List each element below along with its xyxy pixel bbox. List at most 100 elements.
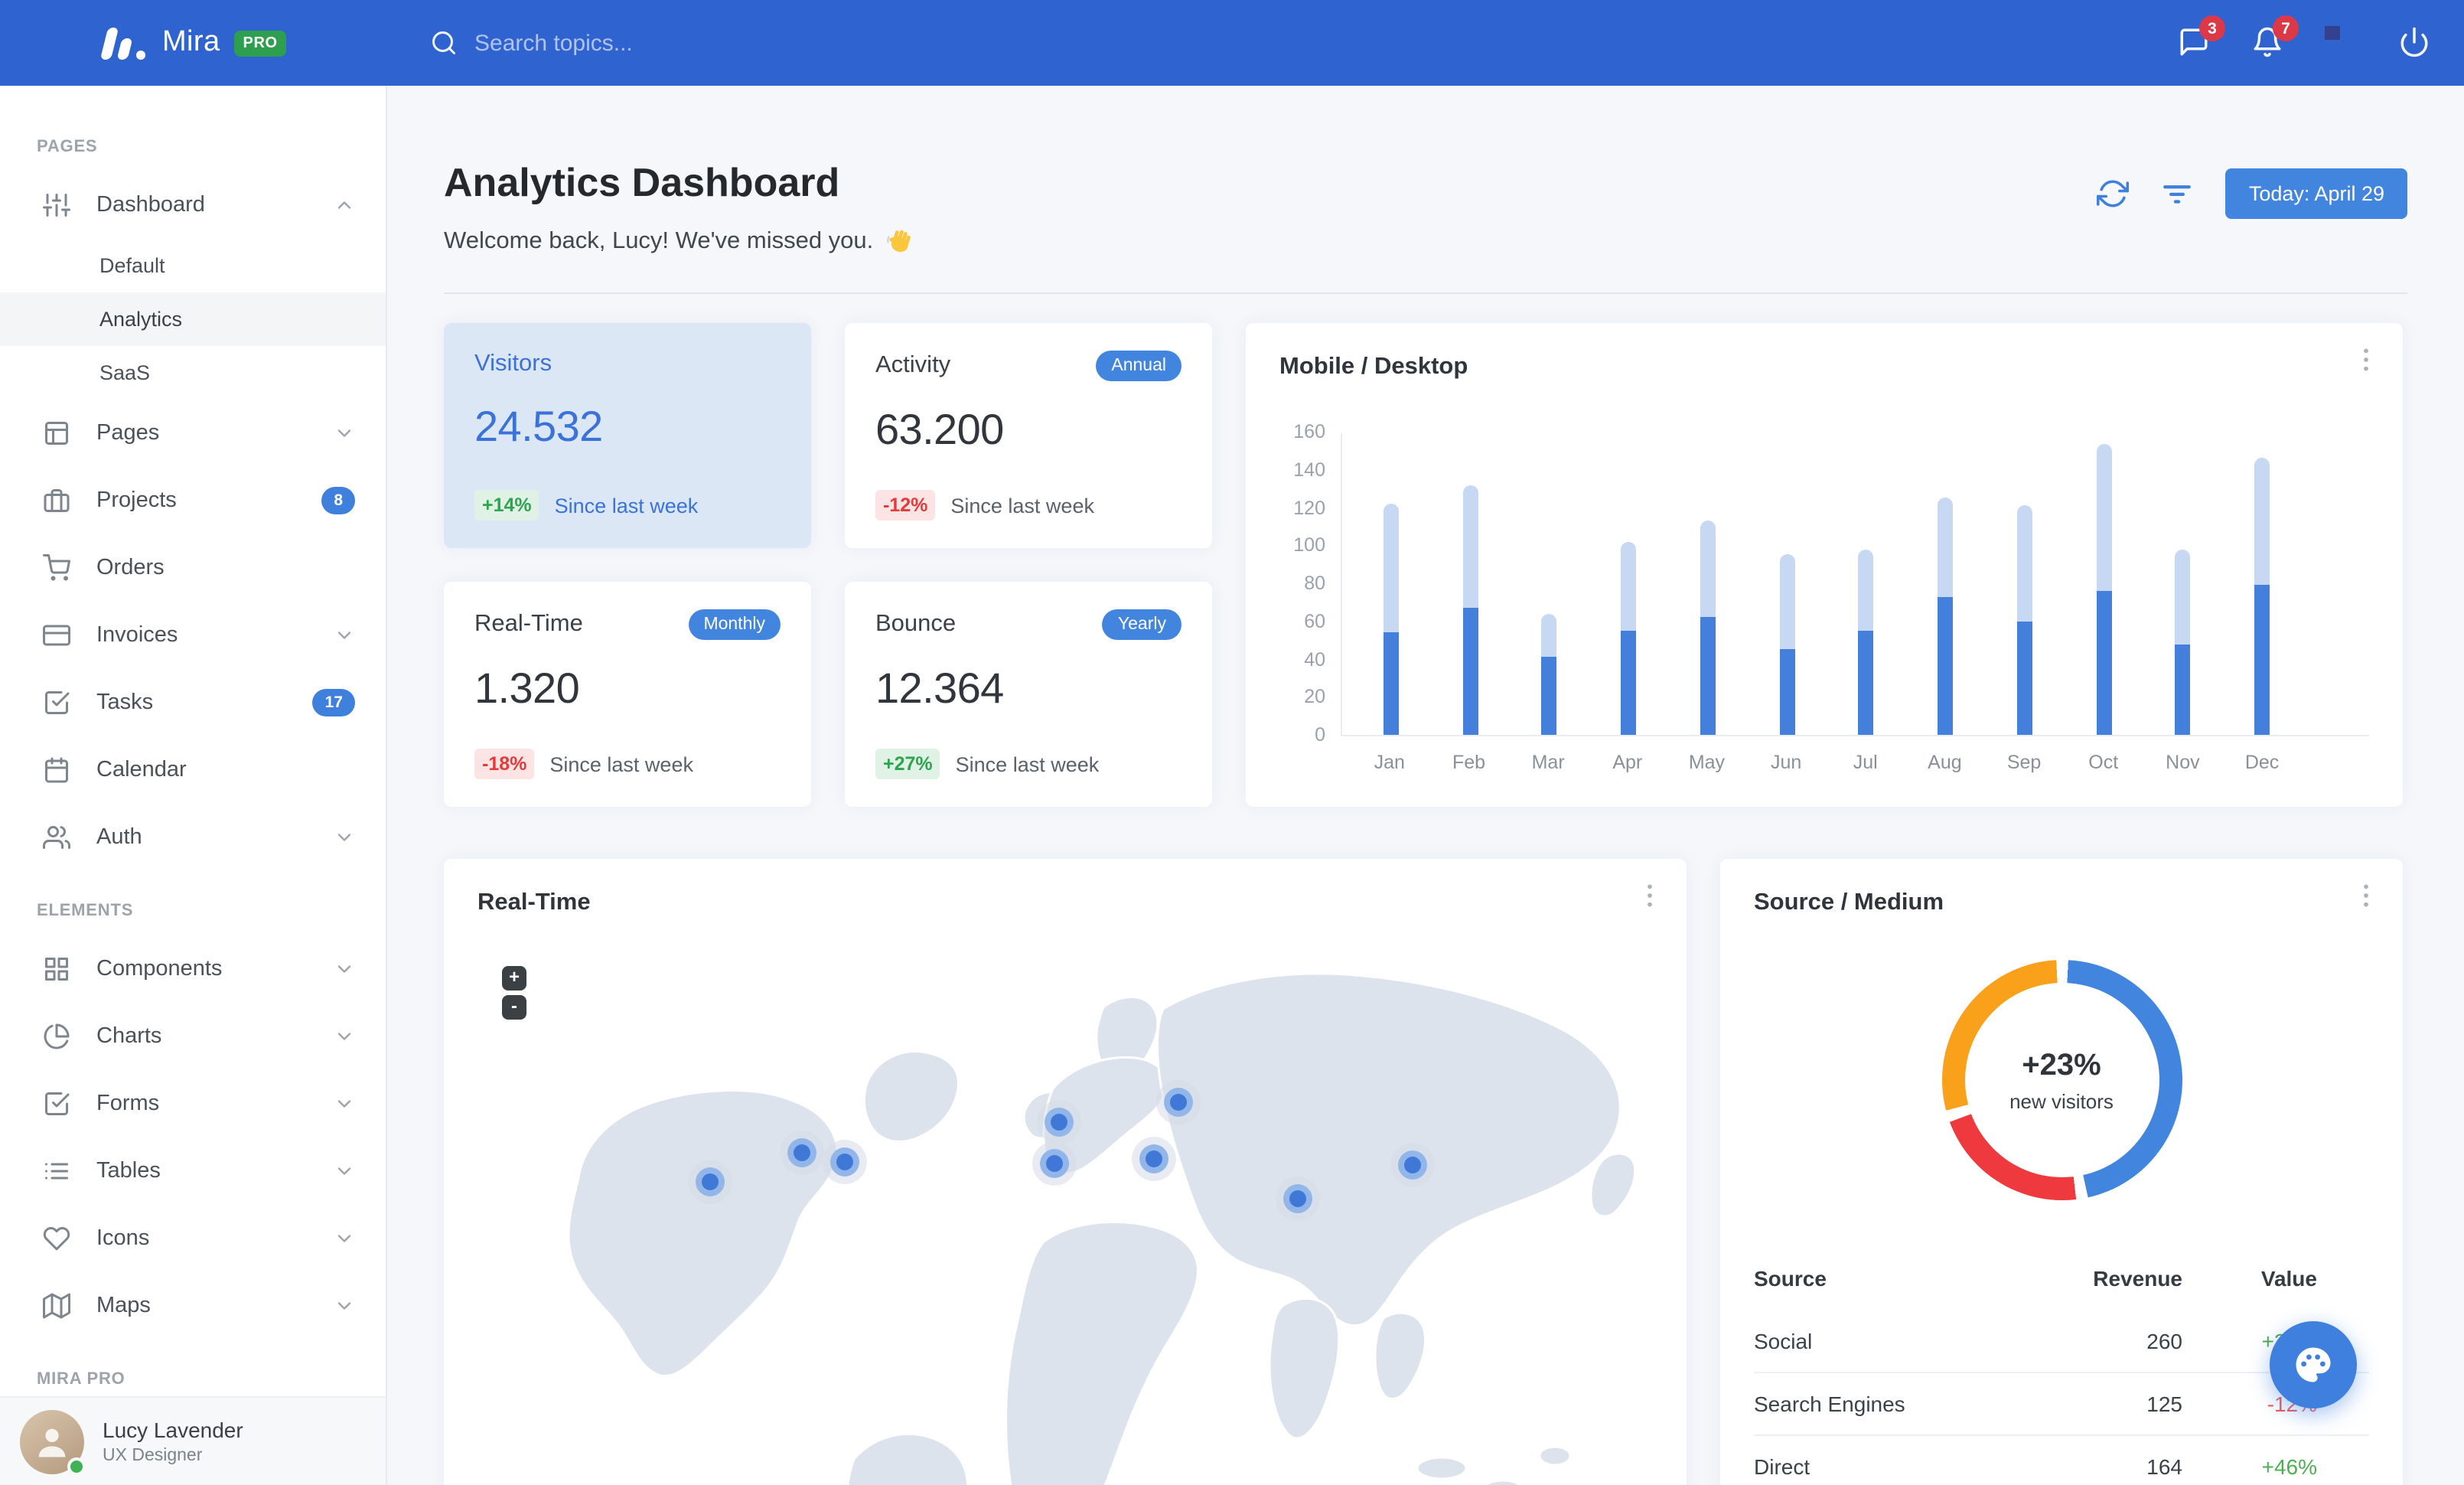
- sidebar-item-projects[interactable]: Projects 8: [0, 467, 386, 534]
- bar-sep: [2016, 505, 2032, 735]
- sidebar-item-calendar[interactable]: Calendar: [0, 736, 386, 804]
- notifications-count-badge: 7: [2273, 15, 2299, 41]
- map-marker-4[interactable]: [1045, 1108, 1074, 1137]
- brand[interactable]: Mira PRO: [99, 0, 287, 86]
- sidebar-item-icons[interactable]: Icons: [0, 1205, 386, 1272]
- sidebar-section-pages: PAGES: [37, 138, 98, 156]
- bar-jan: [1383, 504, 1399, 735]
- grid-icon: [45, 958, 68, 981]
- chevron-down-icon: [337, 1033, 351, 1040]
- sidebar-subitem-saas[interactable]: SaaS: [0, 346, 386, 400]
- heart-icon: [43, 1227, 70, 1251]
- bar-apr: [1621, 541, 1637, 735]
- bar-chart-plot: 0 20 40 60 80 100 120 140 160: [1279, 421, 2369, 746]
- calendar-icon: [45, 757, 68, 783]
- bar-feb: [1462, 485, 1478, 735]
- search-input[interactable]: [474, 30, 842, 56]
- stat-title: Bounce: [875, 611, 957, 637]
- stat-card-bounce: Bounce Yearly 12.364 +27% Since last week: [845, 582, 1212, 807]
- map-marker-5[interactable]: [1040, 1149, 1069, 1178]
- main-content: Analytics Dashboard Welcome back, Lucy! …: [387, 86, 2464, 1485]
- mira-logo-icon: [99, 27, 145, 59]
- map-zoom-in-button[interactable]: +: [502, 966, 526, 991]
- more-vertical-icon: [2364, 348, 2368, 371]
- logout-button[interactable]: [2398, 26, 2432, 60]
- stat-period-badge[interactable]: Yearly: [1102, 609, 1181, 640]
- refresh-button[interactable]: [2097, 177, 2131, 211]
- donut-center-value: +23%: [2022, 1048, 2101, 1082]
- bar-jun: [1779, 554, 1795, 735]
- stat-note: Since last week: [955, 752, 1100, 775]
- messages-button[interactable]: 3: [2178, 15, 2225, 60]
- stat-cards: Visitors 24.532 +14% Since last week Activit…: [444, 323, 1212, 807]
- chart-title: Mobile / Desktop: [1279, 354, 1468, 380]
- user-name: Lucy Lavender: [103, 1418, 243, 1442]
- language-button[interactable]: [2325, 26, 2358, 60]
- sidebar-item-charts[interactable]: Charts: [0, 1003, 386, 1070]
- pie-chart-icon: [44, 1023, 70, 1049]
- map-title: Real-Time: [477, 889, 591, 915]
- sidebar-item-tasks[interactable]: Tasks 17: [0, 669, 386, 736]
- map-marker-8[interactable]: [1283, 1184, 1312, 1213]
- chevron-down-icon: [337, 1167, 351, 1175]
- map-marker-6[interactable]: [1139, 1144, 1168, 1173]
- mobile-desktop-chart-card: Mobile / Desktop 0 20 40 60 80 100 120 140 160 J…: [1246, 323, 2403, 807]
- layout-icon: [45, 422, 68, 445]
- card-menu-button[interactable]: [1635, 880, 1668, 914]
- page-subtitle: Welcome back, Lucy! We've missed you.: [444, 227, 914, 256]
- palette-icon: [2296, 1347, 2331, 1382]
- sidebar-subitem-analytics[interactable]: Analytics: [0, 292, 386, 346]
- world-map[interactable]: [444, 920, 1687, 1485]
- stat-period-badge[interactable]: Annual: [1096, 351, 1181, 381]
- sidebar-item-orders[interactable]: Orders: [0, 534, 386, 602]
- bar-nov: [2175, 549, 2191, 735]
- sidebar-item-dashboard[interactable]: Dashboard: [0, 171, 386, 239]
- search-icon: [432, 31, 455, 54]
- stat-note: Since last week: [549, 752, 693, 775]
- chevron-down-icon: [337, 429, 351, 437]
- card-menu-button[interactable]: [2351, 880, 2384, 914]
- stat-title: Real-Time: [474, 611, 583, 637]
- sidebar-item-forms[interactable]: Forms: [0, 1070, 386, 1137]
- person-icon: [38, 1428, 66, 1457]
- shopping-cart-icon: [43, 554, 70, 581]
- sidebar-item-maps[interactable]: Maps: [0, 1272, 386, 1340]
- map-marker-1[interactable]: [696, 1167, 725, 1196]
- sidebar-item-pages[interactable]: Pages: [0, 400, 386, 467]
- realtime-map-card: Real-Time + -: [444, 859, 1687, 1485]
- notifications-button[interactable]: 7: [2251, 15, 2299, 60]
- map-marker-7[interactable]: [1164, 1088, 1193, 1117]
- table-header-row: Source Revenue Value: [1754, 1265, 2317, 1290]
- sidebar-item-auth[interactable]: Auth: [0, 804, 386, 871]
- date-range-button[interactable]: Today: April 29: [2225, 168, 2407, 219]
- navbar-actions: 3 7: [2178, 0, 2432, 86]
- chevron-down-icon: [337, 1302, 351, 1310]
- map-marker-3[interactable]: [830, 1147, 859, 1177]
- refresh-icon: [2097, 179, 2130, 207]
- header-controls: Today: April 29: [2097, 168, 2407, 219]
- filter-icon: [2164, 184, 2192, 203]
- bar-oct: [2096, 443, 2112, 735]
- sidebar-user[interactable]: Lucy Lavender UX Designer: [0, 1396, 386, 1485]
- stat-change-chip: +14%: [474, 490, 539, 521]
- stat-change-chip: -12%: [875, 490, 936, 521]
- stat-period-badge[interactable]: Monthly: [688, 609, 781, 640]
- sidebar-item-invoices[interactable]: Invoices: [0, 602, 386, 669]
- filter-button[interactable]: [2162, 177, 2195, 211]
- navbar-search: [430, 0, 842, 86]
- sidebar-subitem-default[interactable]: Default: [0, 239, 386, 292]
- bar-jul: [1858, 549, 1874, 735]
- bar-dec: [2254, 458, 2270, 735]
- sidebar-item-tables[interactable]: Tables: [0, 1137, 386, 1205]
- map-marker-9[interactable]: [1398, 1150, 1427, 1180]
- theme-settings-fab[interactable]: [2270, 1321, 2357, 1408]
- map-icon: [43, 1293, 70, 1319]
- stat-note: Since last week: [554, 494, 699, 517]
- map-zoom-out-button[interactable]: -: [502, 995, 526, 1020]
- map-marker-2[interactable]: [787, 1138, 816, 1167]
- app-root: Mira PRO 3 7 PAGESDashboardDefaul: [0, 0, 2464, 1485]
- page-header: Analytics Dashboard Welcome back, Lucy! …: [444, 159, 2407, 256]
- card-menu-button[interactable]: [2351, 344, 2384, 378]
- stat-title: Visitors: [474, 351, 552, 377]
- sidebar-item-components[interactable]: Components: [0, 935, 386, 1003]
